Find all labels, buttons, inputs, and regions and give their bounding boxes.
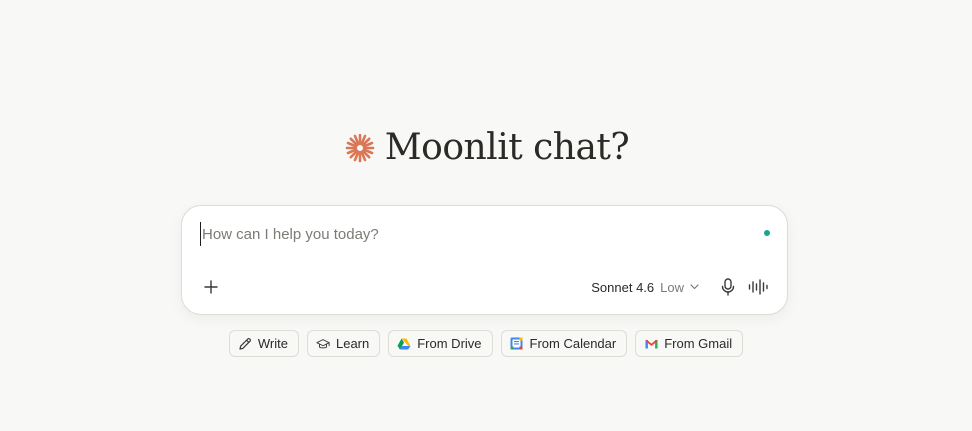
composer-toolbar: Sonnet 4.6 Low [196, 272, 773, 302]
prompt-input[interactable] [200, 222, 742, 246]
model-name: Sonnet 4.6 [591, 279, 655, 295]
chip-label: From Calendar [529, 336, 617, 351]
effort-level: Low [660, 279, 684, 295]
chip-from-drive[interactable]: From Drive [388, 330, 493, 357]
chip-label: Learn [335, 336, 370, 351]
add-attachment-button[interactable] [196, 272, 226, 302]
chip-label: Write [257, 336, 288, 351]
microphone-icon [721, 278, 735, 296]
plus-icon [204, 280, 218, 294]
gmail-icon [644, 337, 658, 351]
model-selector[interactable]: Sonnet 4.6 Low [585, 272, 705, 302]
chevron-down-icon [690, 284, 699, 290]
google-drive-icon [397, 337, 411, 351]
spark-icon [343, 131, 377, 165]
google-calendar-icon [510, 337, 524, 351]
chip-learn[interactable]: Learn [306, 330, 381, 357]
status-dot [764, 230, 770, 236]
chip-from-calendar[interactable]: From Calendar [500, 330, 628, 357]
microphone-button[interactable] [713, 272, 743, 302]
voice-mode-button[interactable] [743, 272, 773, 302]
chip-label: From Drive [417, 336, 482, 351]
chip-write[interactable]: Write [228, 330, 299, 357]
greeting: Moonlit chat? [0, 126, 972, 170]
voice-waveform-icon [748, 279, 768, 295]
pencil-icon [238, 337, 252, 351]
chip-label: From Gmail [664, 336, 733, 351]
suggestion-chips: Write Learn From Drive From Calendar Fro… [0, 330, 972, 357]
chip-from-gmail[interactable]: From Gmail [635, 330, 744, 357]
graduation-cap-icon [316, 337, 330, 351]
greeting-title: Moonlit chat? [384, 127, 630, 168]
chat-composer: Sonnet 4.6 Low [181, 205, 788, 315]
